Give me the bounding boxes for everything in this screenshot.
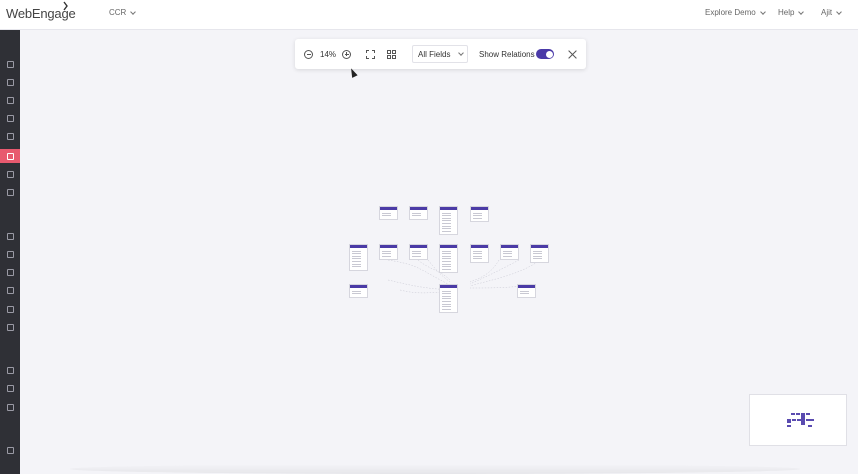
sidebar-item-data-platform[interactable] [0,149,20,163]
sidebar-item-store[interactable] [0,363,20,377]
schema-table[interactable] [379,206,398,220]
zoom-out-icon [304,49,313,59]
catalog-icon [6,170,14,178]
rocket-icon [6,188,14,196]
eye-icon [6,232,14,240]
sidebar-item-dashboard[interactable] [0,57,20,71]
grid-icon [387,49,396,59]
user-name: Ajit [821,8,833,17]
chevron-down-icon [759,8,766,15]
schema-canvas[interactable] [20,30,858,474]
field-filter-value: All Fields [418,49,451,59]
chevron-down-icon [798,8,805,15]
sidebar-item-segments[interactable] [0,129,20,143]
device-icon [6,384,14,392]
fullscreen-icon [366,49,375,59]
workspace-label: CCR [109,8,127,17]
auto-layout-button[interactable] [387,39,396,69]
show-relations-toggle[interactable] [536,39,554,69]
close-button[interactable] [568,39,577,69]
zoom-in-icon [342,49,351,59]
schema-table[interactable] [439,284,458,314]
help-dropdown[interactable]: Help [778,8,805,17]
help-label: Help [778,8,795,17]
schema-table[interactable] [500,244,519,261]
diagram-toolbar: 14% All Fields Show Relations [295,39,586,69]
toggle-switch[interactable] [536,49,554,59]
zoom-out-button[interactable] [304,39,313,69]
fit-to-screen-button[interactable] [366,39,375,69]
close-icon [568,50,577,59]
analytics-icon [6,114,14,122]
sidebar-item-flask[interactable] [0,320,20,334]
users-icon [6,78,14,86]
sidebar-item-analytics[interactable] [0,111,20,125]
sidebar-item-campaigns[interactable] [0,265,20,279]
snowflake-icon [6,250,14,258]
schema-table[interactable] [439,206,458,236]
field-filter-box[interactable]: All Fields [412,45,468,63]
sidebar-item-journeys[interactable] [0,93,20,107]
store-icon [6,366,14,374]
megaphone-icon [6,286,14,294]
segments-icon [6,132,14,140]
campaigns-icon [6,268,14,276]
show-relations-label: Show Relations [479,49,535,59]
explore-demo-dropdown[interactable]: Explore Demo [705,8,766,17]
account-icon [6,446,14,454]
schema-table[interactable] [409,244,428,261]
schema-table[interactable] [470,244,489,263]
sidebar-item-device[interactable] [0,381,20,395]
sidebar-item-eye[interactable] [0,229,20,243]
sidebar-item-megaphone[interactable] [0,283,20,297]
sidebar-item-document[interactable] [0,400,20,414]
schema-table[interactable] [409,206,428,220]
data-platform-icon [6,152,14,160]
minimap[interactable] [749,394,847,446]
sidebar-item-rocket[interactable] [0,185,20,199]
sidebar-item-mobile[interactable] [0,302,20,316]
dashboard-icon [6,60,14,68]
explore-demo-label: Explore Demo [705,8,756,17]
workspace-dropdown[interactable]: CCR [109,8,137,17]
journeys-icon [6,96,14,104]
schema-table[interactable] [349,284,368,298]
flask-icon [6,323,14,331]
document-icon [6,403,14,411]
logo-mark-icon [63,1,68,11]
sidebar-item-snowflake[interactable] [0,247,20,261]
field-filter-select[interactable]: All Fields [412,39,468,69]
zoom-in-button[interactable] [342,39,351,69]
chevron-down-icon [458,50,464,56]
schema-table[interactable] [470,206,489,223]
sidebar [0,30,20,474]
zoom-level: 14% [320,49,337,59]
schema-table[interactable] [379,244,398,261]
schema-table[interactable] [517,284,536,298]
sidebar-item-catalog[interactable] [0,167,20,181]
schema-table[interactable] [530,244,549,263]
sidebar-item-account[interactable] [0,443,20,457]
top-bar: WebEngage CCR Explore Demo Help Ajit [0,0,858,30]
user-menu-dropdown[interactable]: Ajit [821,8,842,17]
chevron-down-icon [836,8,842,15]
chevron-down-icon [130,8,137,15]
schema-table[interactable] [439,244,458,274]
sidebar-item-users[interactable] [0,75,20,89]
schema-table[interactable] [349,244,368,271]
bottom-shadow [70,464,800,474]
mobile-icon [6,305,14,313]
